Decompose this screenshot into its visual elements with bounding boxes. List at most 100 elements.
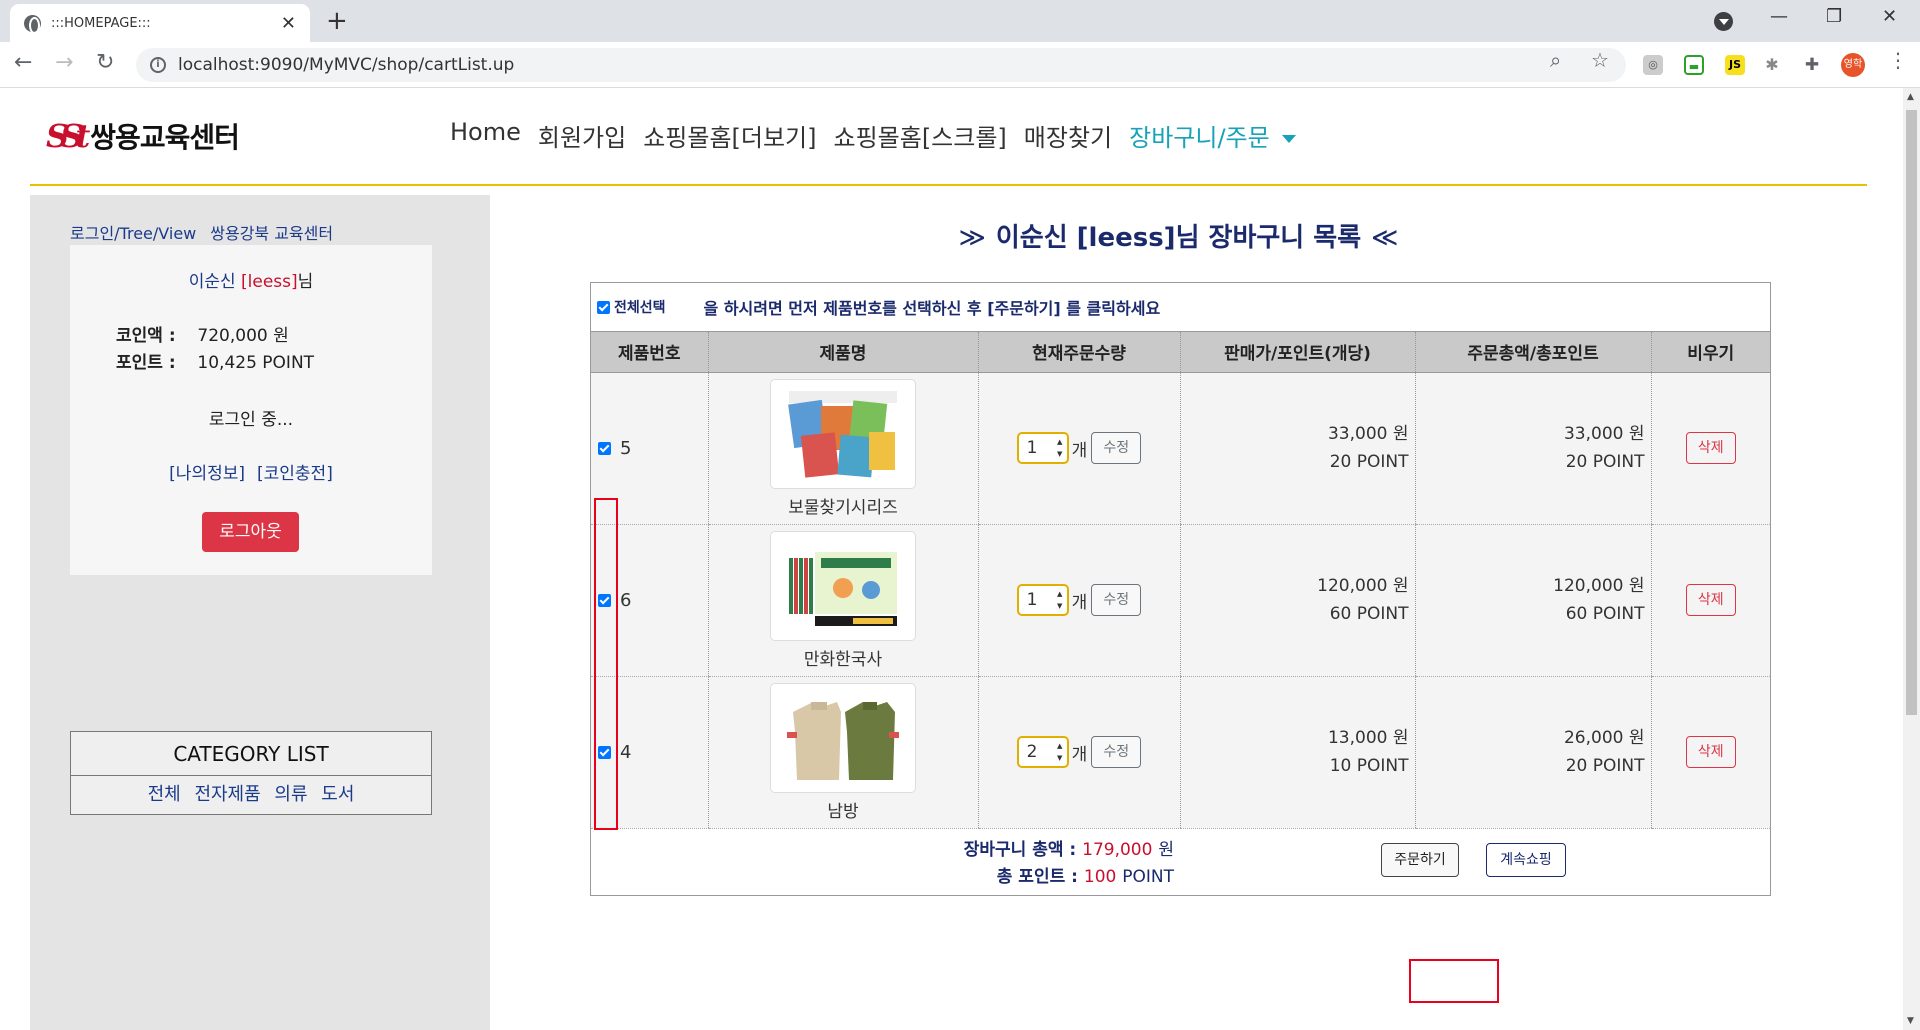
category-all[interactable]: 전체: [148, 784, 181, 805]
product-no: 4: [620, 741, 632, 763]
unit-price: 120,000 원: [1317, 576, 1409, 596]
sum-unit: 원: [1158, 839, 1174, 860]
remove-cell: 삭제: [1650, 372, 1770, 525]
back-icon[interactable]: ←: [14, 50, 32, 75]
quantity-unit: 개: [1071, 440, 1088, 461]
category-books[interactable]: 도서: [321, 784, 354, 805]
total-point: 60 POINT: [1565, 604, 1645, 624]
forward-icon[interactable]: →: [55, 50, 73, 75]
cart-summary: 장바구니 총액 : 179,000 원 총 포인트 : 100 POINT 주문…: [591, 828, 1770, 895]
spin-arrows-icon[interactable]: ▲ ▼: [1055, 740, 1065, 764]
update-quantity-button[interactable]: 수정: [1091, 736, 1142, 768]
unit-point: 20 POINT: [1329, 452, 1409, 472]
coin-charge-link[interactable]: [코인충전]: [257, 464, 333, 484]
bug-extension-icon[interactable]: ✱: [1762, 55, 1782, 75]
login-status: 로그인 중...: [208, 410, 294, 430]
product-image[interactable]: [770, 378, 916, 489]
point-total-label: 총 포인트 :: [996, 866, 1078, 887]
link-login-tree[interactable]: 로그인/Tree/View: [70, 224, 196, 243]
new-tab-button[interactable]: +: [326, 6, 348, 36]
bookmark-star-icon[interactable]: ☆: [1591, 48, 1609, 72]
extension-icon[interactable]: ▬: [1684, 55, 1704, 75]
scroll-up-icon[interactable]: ▲: [1907, 92, 1914, 102]
quantity-cell: 2 ▲ ▼ 개 수정: [977, 676, 1180, 829]
table-row: 4 남방 2 ▲ ▼ 개 수정 13,000 원 10 POINT 26,000…: [591, 676, 1770, 829]
user-name: 이순신: [188, 272, 236, 292]
coin-point-info: 코인액 : 720,000 원 포인트 : 10,425 POINT: [116, 323, 314, 377]
nav-cart-dropdown[interactable]: 장바구니/주문: [1129, 118, 1296, 153]
main-nav: Home 회원가입 쇼핑몰홈[더보기] 쇼핑몰홈[스크롤] 매장찾기 장바구니/…: [450, 118, 1296, 153]
restore-icon[interactable]: ❐: [1826, 6, 1842, 27]
sidebar-links: 로그인/Tree/View 쌍용강북 교육센터: [70, 220, 347, 244]
nav-cart-label: 장바구니/주문: [1129, 124, 1270, 152]
product-name[interactable]: 만화한국사: [709, 645, 978, 670]
site-info-icon[interactable]: i: [150, 57, 166, 73]
point-label: 포인트 :: [116, 353, 176, 373]
cart-totals: 장바구니 총액 : 179,000 원 총 포인트 : 100 POINT: [964, 837, 1174, 891]
title-arrow-left: ≫: [958, 223, 986, 253]
close-window-icon[interactable]: ✕: [1882, 6, 1897, 27]
product-cell: 보물찾기시리즈: [707, 372, 978, 525]
address-bar[interactable]: i localhost:9090/MyMVC/shop/cartList.up: [136, 48, 1626, 82]
cart-content: ≫ 이순신 [leess]님 장바구니 목록 ≪ 전체선택 을 하시려면 먼저 제품…: [490, 195, 1867, 1030]
puzzle-extensions-icon[interactable]: ✚: [1802, 55, 1822, 75]
spin-arrows-icon[interactable]: ▲ ▼: [1055, 588, 1065, 612]
total-cell: 120,000 원 60 POINT: [1414, 524, 1651, 677]
select-all-checkbox[interactable]: [597, 300, 610, 314]
cart-grid: 제품번호 제품명 현재주문수량 판매가/포인트(개당) 주문총액/총포인트 비우…: [591, 332, 1770, 829]
extension-icon[interactable]: ◎: [1643, 55, 1663, 75]
link-center[interactable]: 쌍용강북 교육센터: [210, 224, 333, 243]
nav-register[interactable]: 회원가입: [538, 118, 626, 153]
scroll-thumb[interactable]: [1906, 110, 1917, 715]
scroll-down-icon[interactable]: ▼: [1907, 1016, 1914, 1026]
sidebar: 로그인/Tree/View 쌍용강북 교육센터 이순신 [leess]님 코인액 …: [30, 195, 490, 1030]
delete-button[interactable]: 삭제: [1685, 584, 1736, 616]
update-quantity-button[interactable]: 수정: [1091, 584, 1142, 616]
nav-store-finder[interactable]: 매장찾기: [1024, 118, 1112, 153]
quantity-stepper[interactable]: 1 ▲ ▼: [1016, 432, 1069, 464]
product-name[interactable]: 남방: [709, 797, 978, 822]
nav-shop-more[interactable]: 쇼핑몰홈[더보기]: [643, 118, 816, 153]
caret-down-icon: [1281, 135, 1296, 143]
category-clothing[interactable]: 의류: [274, 784, 307, 805]
product-image[interactable]: [770, 682, 916, 793]
menu-kebab-icon[interactable]: ⋮: [1888, 48, 1908, 72]
spin-arrows-icon[interactable]: ▲ ▼: [1055, 436, 1065, 460]
delete-button[interactable]: 삭제: [1685, 736, 1736, 768]
quantity-stepper[interactable]: 2 ▲ ▼: [1016, 736, 1069, 768]
point-total-unit: POINT: [1122, 866, 1174, 887]
product-image[interactable]: [770, 530, 916, 641]
product-name[interactable]: 보물찾기시리즈: [709, 493, 978, 518]
sum-label: 장바구니 총액 :: [963, 839, 1077, 860]
my-info-link[interactable]: [나의정보]: [169, 464, 245, 484]
close-tab-icon[interactable]: ✕: [281, 13, 296, 34]
profile-avatar[interactable]: 영학: [1841, 53, 1865, 77]
table-row: 5 보물찾기시리즈 1 ▲ ▼ 개 수정 33,000 원 20 POINT 3…: [591, 372, 1770, 525]
user-info-box: 이순신 [leess]님 코인액 : 720,000 원 포인트 : 10,42…: [70, 245, 432, 575]
nav-home[interactable]: Home: [450, 118, 521, 153]
quantity-value: 2: [1026, 742, 1038, 762]
reload-icon[interactable]: ↻: [96, 50, 114, 75]
logout-button[interactable]: 로그아웃: [202, 512, 299, 552]
cart-table: 전체선택 을 하시려면 먼저 제품번호를 선택하신 후 [주문하기] 를 클릭하…: [590, 282, 1771, 896]
site-logo[interactable]: SSt 쌍용교육센터: [46, 116, 240, 156]
quantity-stepper[interactable]: 1 ▲ ▼: [1016, 584, 1069, 616]
order-button[interactable]: 주문하기: [1381, 842, 1459, 877]
sum-value: 179,000: [1082, 839, 1153, 860]
continue-shopping-button[interactable]: 계속쇼핑: [1486, 842, 1566, 877]
item-checkbox[interactable]: [598, 441, 611, 455]
nav-shop-scroll[interactable]: 쇼핑몰홈[스크롤]: [834, 118, 1007, 153]
delete-button[interactable]: 삭제: [1685, 432, 1736, 464]
js-extension-icon[interactable]: JS: [1725, 55, 1745, 75]
remove-cell: 삭제: [1650, 524, 1770, 677]
update-quantity-button[interactable]: 수정: [1091, 432, 1142, 464]
header-product-name: 제품명: [707, 332, 978, 373]
tab-search-icon[interactable]: [1714, 12, 1733, 31]
user-suffix: 님: [297, 272, 314, 292]
minimize-icon[interactable]: —: [1770, 6, 1788, 27]
zoom-icon[interactable]: ⌕: [1550, 48, 1561, 72]
logo-mark: SSt: [46, 117, 90, 155]
page-scrollbar[interactable]: ▲ ▼: [1903, 88, 1920, 1030]
category-electronics[interactable]: 전자제품: [194, 784, 260, 805]
browser-tab[interactable]: :::HOMEPAGE::: ✕: [10, 4, 310, 42]
